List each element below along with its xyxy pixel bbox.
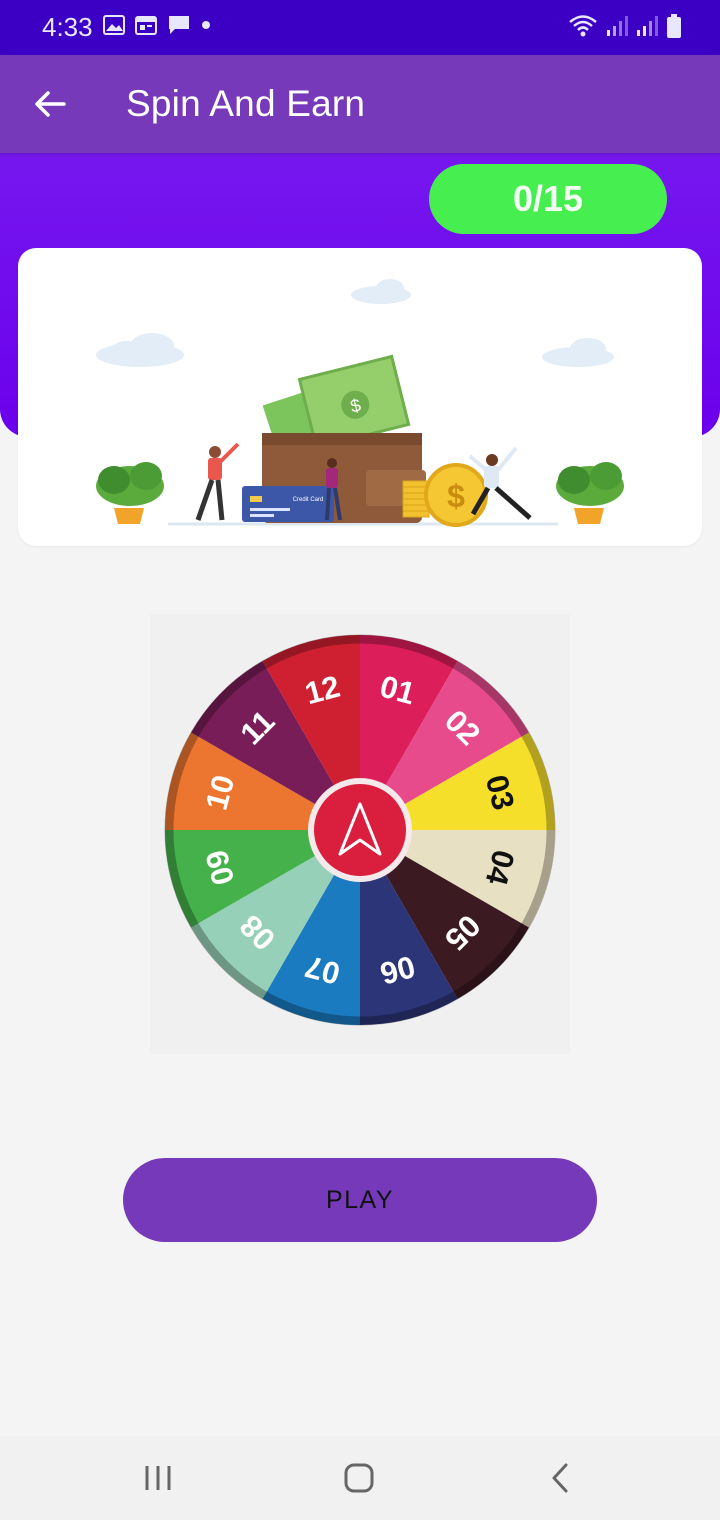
- signal-icon-2: [637, 16, 658, 36]
- banner-card: $ Credit Card $: [18, 248, 702, 546]
- gallery-icon: [103, 15, 125, 35]
- system-nav-bar: [0, 1436, 720, 1520]
- plant-left: [96, 462, 164, 524]
- person-left: [195, 442, 240, 521]
- status-system-icons: [568, 13, 682, 39]
- page-title: Spin And Earn: [126, 83, 366, 124]
- back-icon[interactable]: [541, 1458, 581, 1498]
- spin-wheel-area: 01 02 03 04 05 06 07 08 09 10 11 12: [150, 614, 570, 1054]
- wheel-pointer-icon[interactable]: [308, 778, 412, 882]
- calendar-icon: [135, 16, 157, 35]
- wallet-illustration: $ Credit Card $: [96, 279, 624, 527]
- spin-counter-badge: 0/15: [429, 164, 667, 234]
- message-icon: [169, 16, 189, 34]
- back-arrow-icon[interactable]: [30, 84, 70, 124]
- battery-icon: [667, 14, 681, 38]
- recent-apps-icon[interactable]: [138, 1458, 178, 1498]
- plant-right: [556, 462, 624, 524]
- status-notification-icons: [103, 14, 211, 36]
- status-bar: 4:33: [0, 0, 720, 55]
- status-time: 4:33: [42, 12, 93, 42]
- signal-icon: [607, 16, 628, 36]
- svg-text:Credit Card: Credit Card: [293, 497, 324, 503]
- home-icon[interactable]: [339, 1458, 379, 1498]
- dot-icon: [202, 21, 210, 29]
- spin-wheel[interactable]: 010203040506070809101112: [150, 614, 570, 1054]
- svg-text:$: $: [447, 478, 465, 514]
- play-button[interactable]: PLAY: [123, 1158, 597, 1242]
- app-bar: Spin And Earn: [0, 55, 720, 153]
- wifi-icon: [569, 15, 597, 37]
